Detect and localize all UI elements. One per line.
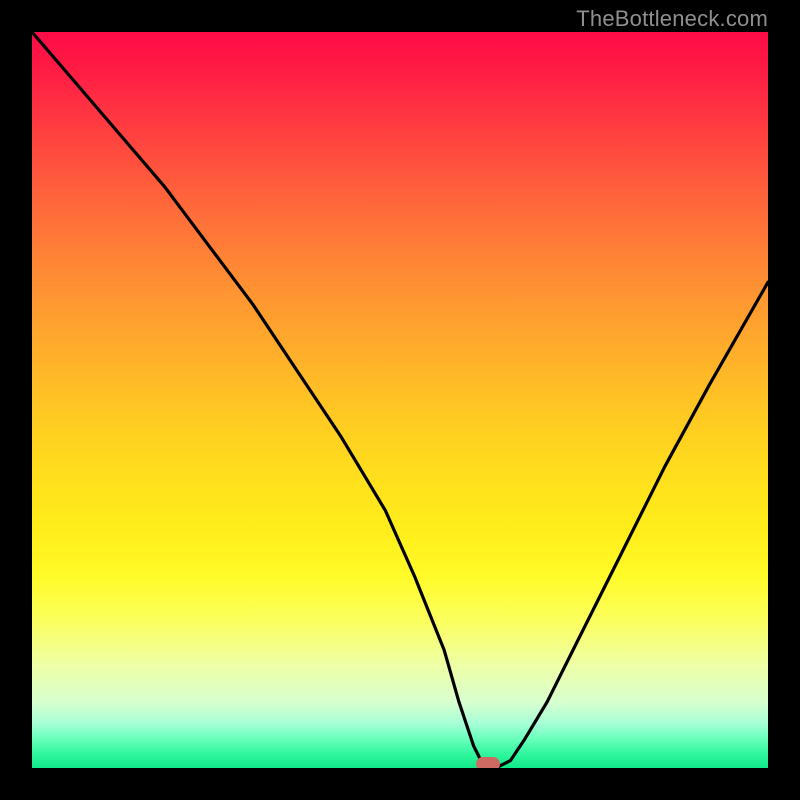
plot-area (32, 32, 768, 768)
chart-frame: TheBottleneck.com (0, 0, 800, 800)
optimal-point-marker (476, 757, 500, 768)
watermark-label: TheBottleneck.com (576, 6, 768, 32)
bottleneck-curve (32, 32, 768, 768)
